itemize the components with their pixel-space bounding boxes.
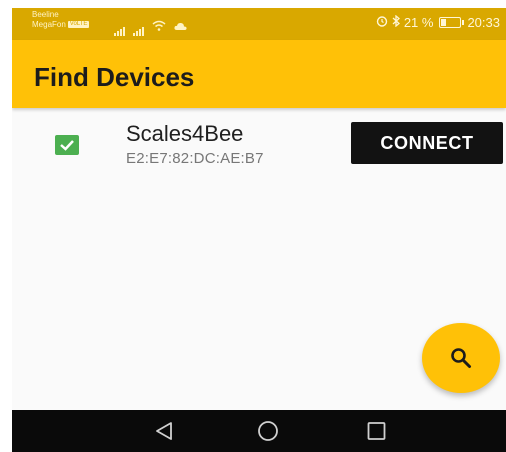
signal-icon <box>114 27 125 36</box>
status-icons-right: 21 % 20:33 <box>376 14 500 30</box>
wifi-icon <box>152 18 166 36</box>
battery-icon <box>439 17 465 28</box>
volte-badge: VoLTE <box>67 21 90 29</box>
search-icon <box>451 348 471 368</box>
search-fab-button[interactable] <box>422 323 500 393</box>
status-time: 20:33 <box>467 15 500 30</box>
bluetooth-icon <box>392 14 400 30</box>
signal-icon <box>133 27 144 36</box>
battery-percent: 21 % <box>403 15 434 30</box>
device-checkbox[interactable] <box>55 135 79 155</box>
carrier-labels: Beeline MegaFon VoLTE <box>32 10 90 30</box>
carrier-2: MegaFon <box>32 20 66 29</box>
list-item: Scales4Bee E2:E7:82:DC:AE:B7 CONNECT <box>12 118 506 174</box>
home-icon[interactable] <box>256 420 280 442</box>
carrier-1: Beeline <box>32 10 59 19</box>
recents-icon[interactable] <box>365 420 389 442</box>
alarm-icon <box>376 15 388 30</box>
connect-button[interactable]: CONNECT <box>351 122 503 164</box>
device-name: Scales4Bee <box>126 121 244 146</box>
phone-screen: Beeline MegaFon VoLTE 21 % 20:33 Find De… <box>12 8 506 452</box>
page-title: Find Devices <box>34 62 195 92</box>
status-bar: Beeline MegaFon VoLTE 21 % 20:33 <box>12 8 506 40</box>
app-bar: Find Devices <box>12 40 506 108</box>
status-icons-left <box>114 18 187 36</box>
navigation-bar <box>12 410 506 452</box>
check-icon <box>60 140 74 151</box>
device-mac-address: E2:E7:82:DC:AE:B7 <box>126 150 264 167</box>
cloud-icon <box>174 18 187 36</box>
back-icon[interactable] <box>152 420 176 442</box>
